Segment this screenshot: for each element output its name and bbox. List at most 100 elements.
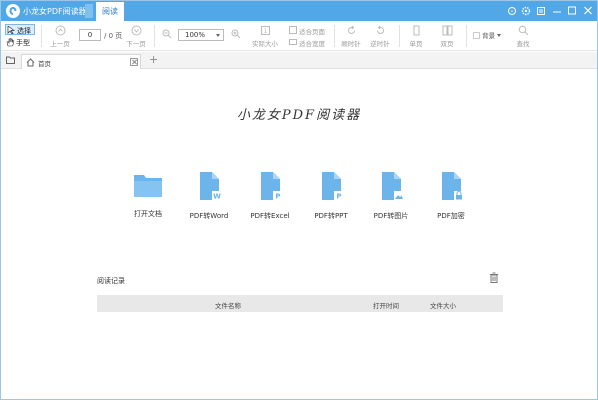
rotate-counterclockwise-button[interactable]: 逆时针 <box>368 25 392 48</box>
svg-text:P: P <box>336 193 341 201</box>
background-dropdown[interactable]: 背景 <box>473 30 507 40</box>
pdf-to-word-icon: W <box>200 172 222 201</box>
app-brand-title: 小龙女PDF阅读器 <box>236 108 362 123</box>
history-table-header: 文件名称 打开时间 文件大小 <box>97 295 503 312</box>
single-page-icon <box>413 25 419 36</box>
rotate-clockwise-label: 顺时针 <box>341 40 361 48</box>
zoom-value: 100% <box>185 31 206 39</box>
hand-tool-button[interactable]: 手型 <box>5 37 35 48</box>
next-page-button[interactable]: 下一页 <box>124 25 148 48</box>
page-number-input[interactable]: 0 <box>79 29 101 41</box>
pdf-to-excel-button[interactable]: P PDF转Excel <box>240 171 300 221</box>
fit-page-button[interactable]: 适合页面 <box>289 26 329 36</box>
app-window: 小龙女PDF阅读器 阅读 选择 手型 上一页 0 / 0 页 下一页 100% … <box>0 0 598 400</box>
page-total-label: / 0 页 <box>104 32 123 40</box>
actual-size-button[interactable]: 1 实际大小 <box>249 25 281 48</box>
rotate-counterclockwise-label: 逆时针 <box>370 40 390 48</box>
search-icon <box>518 25 528 36</box>
fit-width-icon <box>289 39 297 45</box>
rotate-counterclockwise-icon <box>376 25 384 34</box>
menu-icon[interactable] <box>535 4 547 18</box>
settings-icon[interactable] <box>520 4 532 18</box>
search-label: 查找 <box>516 40 530 48</box>
action-label: 打开文档 <box>134 210 162 218</box>
home-icon <box>26 58 35 67</box>
pdf-to-image-button[interactable]: PDF转图片 <box>361 171 421 221</box>
pdf-to-excel-icon: P <box>261 172 283 201</box>
tab-read[interactable]: 阅读 <box>96 2 124 21</box>
hand-icon <box>6 38 15 47</box>
add-tab-button[interactable]: + <box>149 53 158 66</box>
zoom-select[interactable]: 100% <box>178 29 224 41</box>
pdf-to-image-icon <box>382 172 404 200</box>
toolbar-divider <box>334 25 335 47</box>
single-page-label: 单页 <box>409 40 423 48</box>
toolbar-divider <box>399 25 400 47</box>
toolbar: 选择 手型 上一页 0 / 0 页 下一页 100% 1 实际大小 适合页面 适… <box>1 21 597 51</box>
history-title: 阅读记录 <box>97 277 125 285</box>
close-icon[interactable] <box>582 4 594 18</box>
maximize-icon[interactable] <box>566 4 578 18</box>
tab-home-label: 首页 <box>38 60 51 68</box>
actual-size-label: 实际大小 <box>252 40 278 48</box>
feedback-icon[interactable] <box>506 4 518 18</box>
zoom-in-button[interactable] <box>230 29 242 41</box>
app-title: 小龙女PDF阅读器 <box>23 7 87 16</box>
double-page-label: 双页 <box>440 40 454 48</box>
fit-width-label: 适合宽度 <box>299 40 325 48</box>
hand-tool-label: 手型 <box>16 39 30 47</box>
select-tool-label: 选择 <box>17 27 31 35</box>
pdf-to-ppt-button[interactable]: P PDF转PPT <box>301 171 361 221</box>
rotate-clockwise-icon <box>347 25 355 34</box>
trash-icon[interactable] <box>489 272 499 283</box>
column-header-filename[interactable]: 文件名称 <box>215 300 241 310</box>
select-tool-button[interactable]: 选择 <box>5 24 35 35</box>
minimize-icon[interactable] <box>551 4 563 18</box>
action-label: PDF转Excel <box>250 212 290 220</box>
folder-outline-icon[interactable] <box>6 56 15 64</box>
column-header-file-size[interactable]: 文件大小 <box>430 300 456 310</box>
title-bar: 小龙女PDF阅读器 阅读 <box>1 1 597 21</box>
arrow-down-circle-icon <box>131 25 141 36</box>
fit-page-icon <box>289 26 297 34</box>
prev-page-button[interactable]: 上一页 <box>48 25 72 48</box>
zoom-out-button[interactable] <box>161 29 173 41</box>
tab-close-icon[interactable] <box>130 58 138 66</box>
toolbar-divider <box>154 25 155 47</box>
column-header-open-time[interactable]: 打开时间 <box>373 300 399 310</box>
document-tab-bar: 首页 + <box>1 52 597 69</box>
toolbar-divider <box>466 25 467 47</box>
prev-page-label: 上一页 <box>50 40 70 48</box>
next-page-label: 下一页 <box>126 40 146 48</box>
svg-text:W: W <box>213 193 221 201</box>
toolbar-divider <box>41 25 42 47</box>
background-swatch-icon <box>473 31 480 39</box>
actual-size-icon: 1 <box>260 26 270 35</box>
search-button[interactable]: 查找 <box>513 25 533 48</box>
double-page-button[interactable]: 双页 <box>436 25 458 48</box>
chevron-down-icon <box>216 34 220 37</box>
background-label: 背景 <box>482 32 496 40</box>
zoom-in-icon <box>231 29 241 39</box>
pdf-to-word-button[interactable]: W PDF转Word <box>179 171 239 221</box>
title-separator <box>85 4 93 18</box>
svg-text:1: 1 <box>263 28 267 35</box>
pdf-to-ppt-icon: P <box>322 172 344 201</box>
folder-icon <box>134 175 162 197</box>
rotate-clockwise-button[interactable]: 顺时针 <box>339 25 363 48</box>
pdf-encrypt-button[interactable]: PDF加密 <box>421 171 481 221</box>
cursor-arrow-icon <box>7 26 15 34</box>
fit-width-button[interactable]: 适合宽度 <box>289 38 329 48</box>
pdf-encrypt-icon <box>442 172 464 200</box>
single-page-button[interactable]: 单页 <box>405 25 427 48</box>
action-label: PDF转PPT <box>314 212 348 220</box>
action-label: PDF加密 <box>437 212 465 220</box>
svg-text:P: P <box>275 193 280 201</box>
open-document-button[interactable]: 打开文档 <box>118 171 178 219</box>
tab-home[interactable]: 首页 <box>21 54 141 69</box>
fit-page-label: 适合页面 <box>299 28 325 36</box>
double-page-icon <box>442 25 452 36</box>
action-label: PDF转Word <box>189 212 229 220</box>
app-logo-icon <box>6 4 20 18</box>
chevron-down-icon <box>497 33 502 37</box>
